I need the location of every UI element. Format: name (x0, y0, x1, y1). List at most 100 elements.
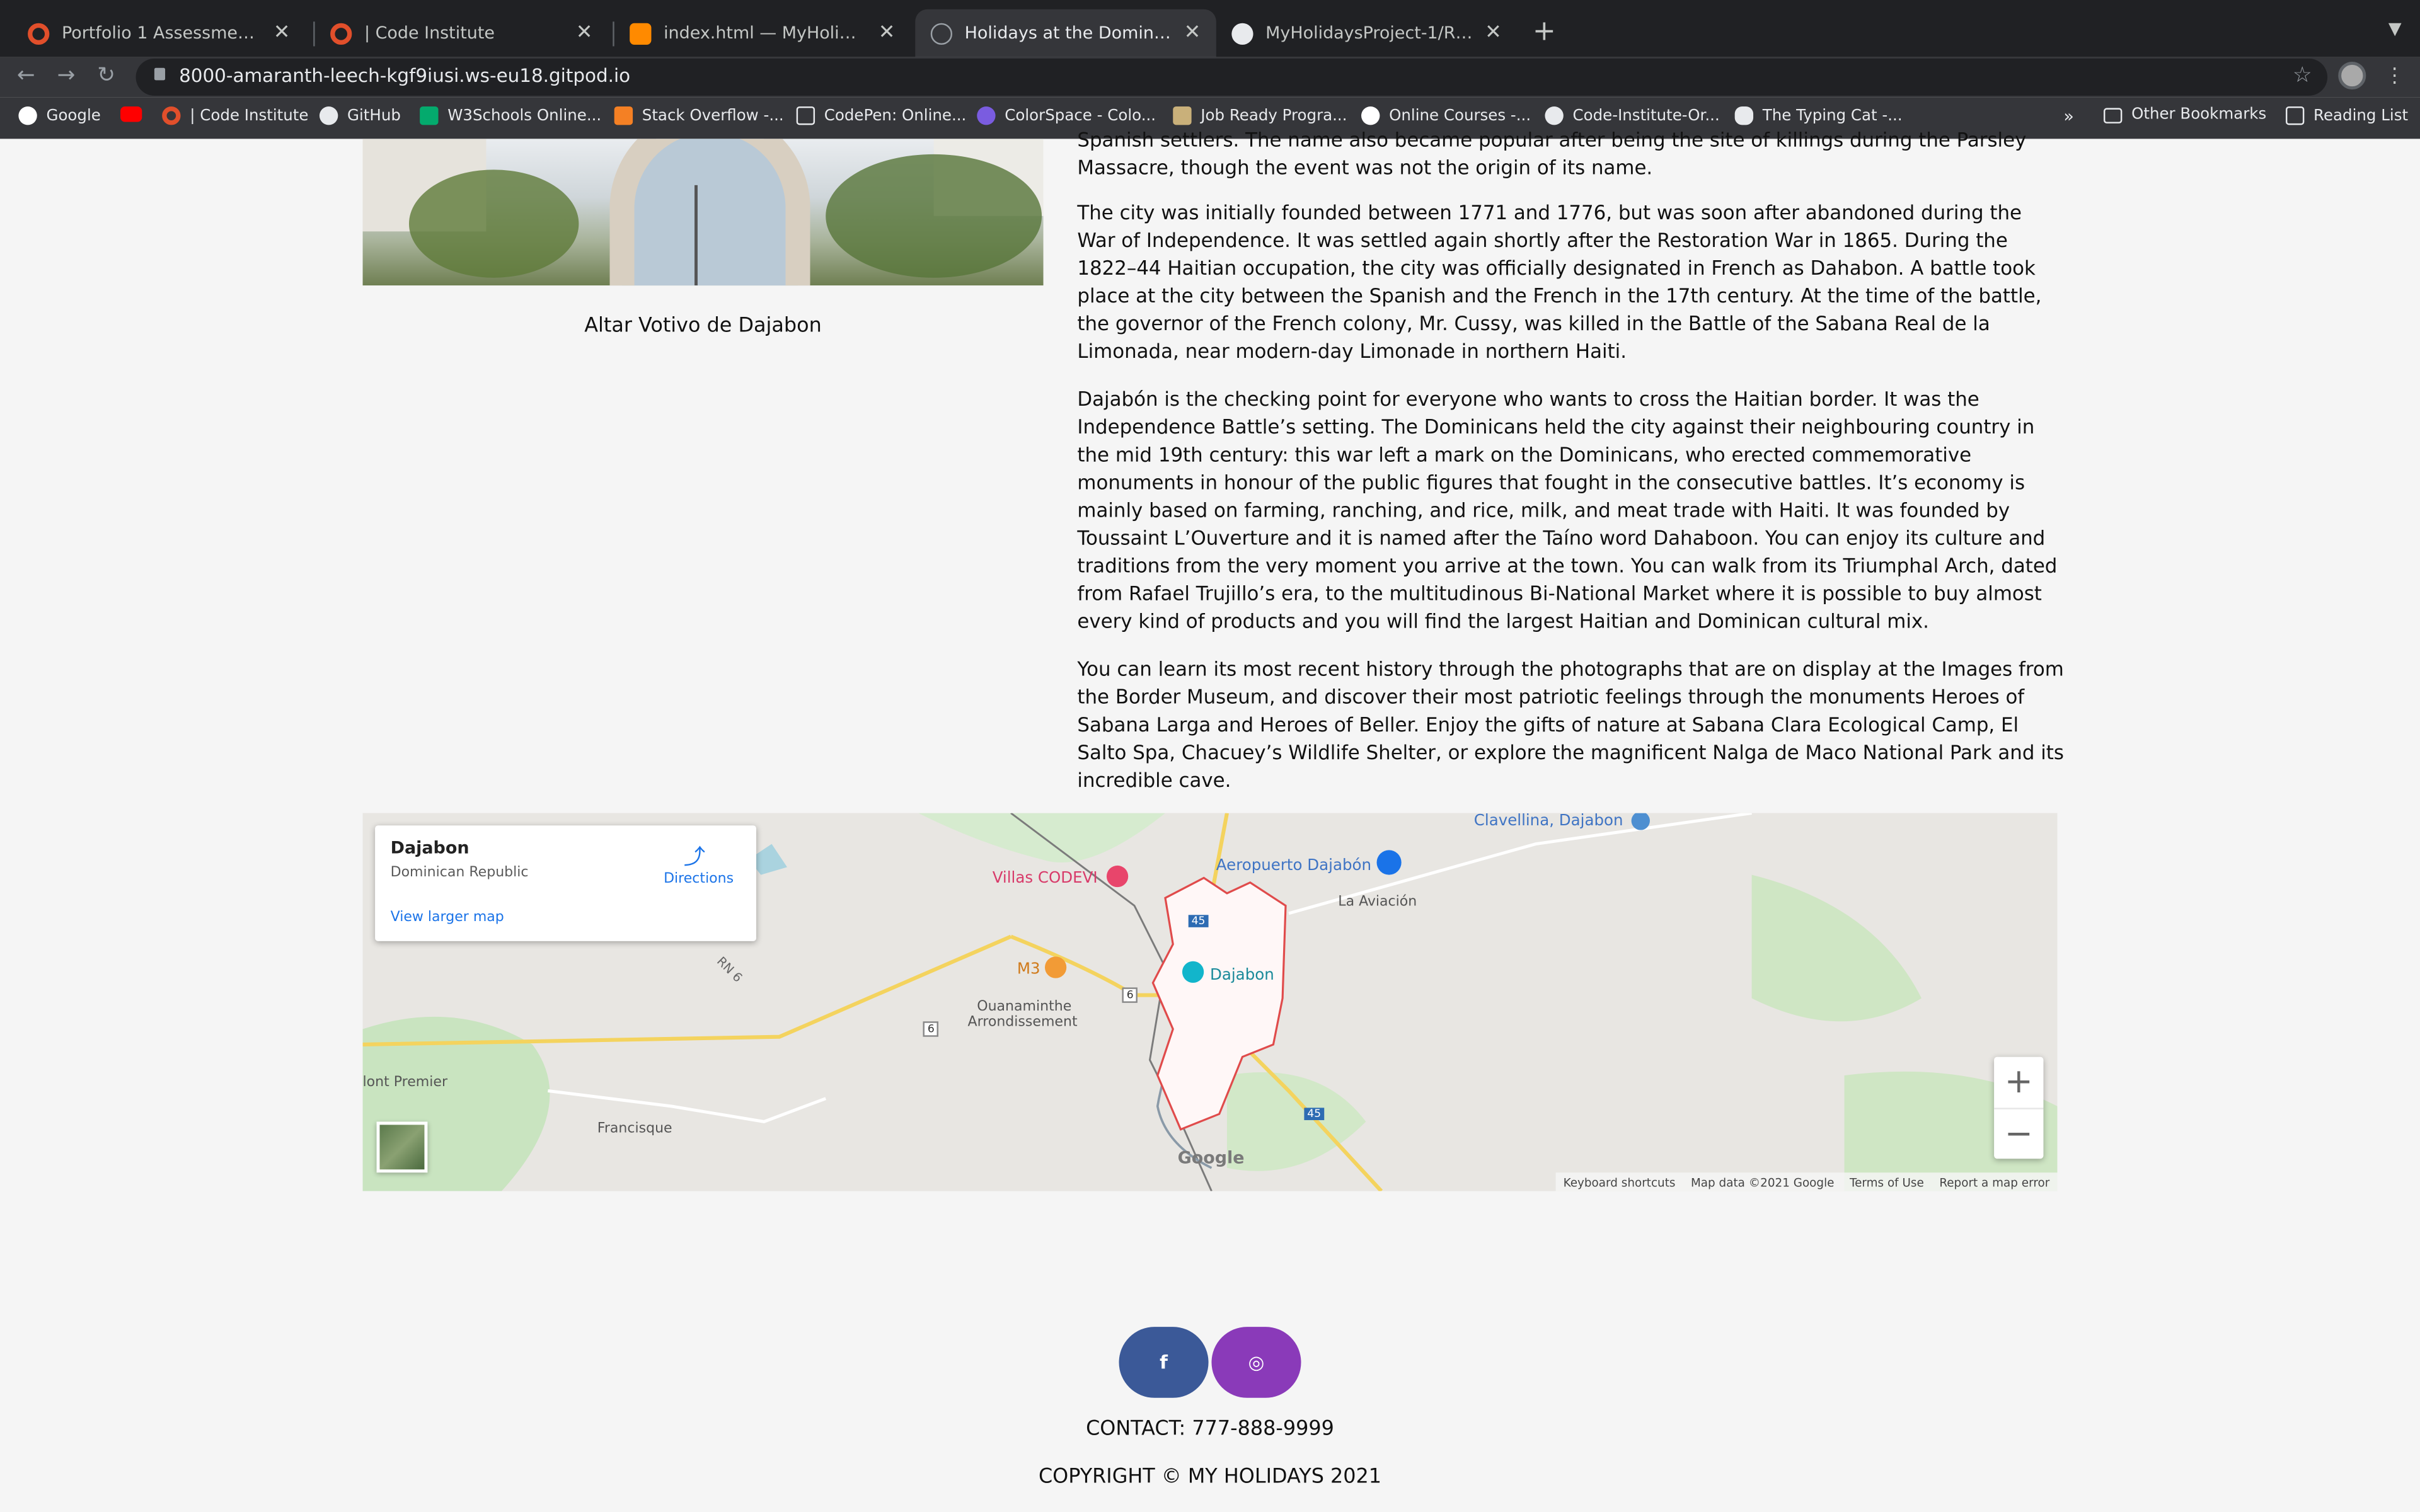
reading-list-icon (2285, 106, 2305, 125)
copyright-text: COPYRIGHT © MY HOLIDAYS 2021 (1038, 1465, 1382, 1489)
satellite-toggle[interactable] (376, 1121, 428, 1173)
w3schools-icon (420, 106, 439, 125)
map-place-subtitle: Dominican Republic (390, 865, 529, 881)
other-bookmarks-label: Other Bookmarks (2131, 106, 2267, 123)
bookmark-label: ColorSpace - Colo... (1005, 107, 1156, 125)
paragraph: Spanish settlers. The name also became p… (1077, 128, 2027, 180)
embedded-map[interactable]: Clavellina, Dajabon Villas CODEVI Aeropu… (362, 813, 2058, 1191)
bookmark-label: Stack Overflow -... (642, 107, 784, 125)
map-label-airport[interactable]: Aeropuerto Dajabón (1216, 858, 1371, 875)
bookmark-youtube[interactable] (120, 106, 151, 122)
map-label-dajabon[interactable]: Dajabon (1210, 968, 1274, 985)
tab-code-institute[interactable]: | Code Institute ✕ (315, 9, 608, 57)
code-institute-icon (330, 22, 352, 44)
bookmark-google[interactable]: Google (18, 106, 101, 125)
lock-icon (154, 67, 166, 81)
other-bookmarks[interactable]: Other Bookmarks (2103, 106, 2267, 123)
tab-portfolio-guide[interactable]: Portfolio 1 Assessment Guide | ✕ (13, 9, 306, 57)
map-label-mont-premier: lont Premier (362, 1075, 448, 1091)
bookmark-code-institute[interactable]: | Code Institute (162, 106, 308, 125)
paragraph: You can learn its most recent history th… (1077, 657, 2064, 792)
forward-arrow-icon[interactable]: → (57, 63, 76, 88)
profile-avatar[interactable] (2338, 61, 2366, 90)
url-text[interactable]: 8000-amaranth-leech-kgf9iusi.ws-eu18.git… (179, 65, 630, 86)
bookmark-github[interactable]: GitHub (319, 106, 401, 125)
menu-kebab-icon[interactable]: ⋮ (2385, 65, 2405, 88)
report-error-link[interactable]: Report a map error (1939, 1175, 2049, 1189)
bookmark-star-icon[interactable]: ☆ (2293, 63, 2312, 88)
view-larger-map-link[interactable]: View larger map (391, 910, 504, 925)
more-bookmarks-chevron[interactable]: » (2063, 106, 2073, 127)
tab-holidays-active[interactable]: Holidays at the Dominican Rep ✕ (915, 9, 1216, 57)
bookmark-code-institute-org[interactable]: Code-Institute-Or... (1545, 106, 1720, 125)
photo-caption: Altar Votivo de Dajabon (584, 314, 822, 338)
bookmark-codepen[interactable]: CodePen: Online... (796, 106, 967, 125)
directions-icon[interactable]: ⤴ (684, 841, 708, 870)
close-icon[interactable]: ✕ (879, 21, 896, 45)
close-icon[interactable]: ✕ (1485, 21, 1502, 45)
bookmark-online-courses[interactable]: Online Courses -... (1361, 106, 1531, 125)
tab-github-readme[interactable]: MyHolidaysProject-1/README ✕ (1216, 9, 1518, 57)
bookmark-label: The Typing Cat -... (1762, 107, 1903, 125)
photo-tree (826, 154, 1042, 278)
back-arrow-icon[interactable]: ← (17, 63, 35, 88)
bookmark-label: W3Schools Online... (447, 107, 602, 125)
bookmark-label: | Code Institute (190, 107, 309, 125)
map-label-francisque: Francisque (597, 1121, 672, 1137)
browser-toolbar: ← → ↻ 8000-amaranth-leech-kgf9iusi.ws-eu… (0, 57, 2420, 98)
bookmark-w3schools[interactable]: W3Schools Online... (420, 106, 601, 125)
terms-link[interactable]: Terms of Use (1850, 1175, 1924, 1189)
facebook-icon: f (1160, 1351, 1168, 1373)
tab-label: | Code Institute (364, 23, 495, 43)
instagram-button[interactable]: ◎ (1211, 1327, 1301, 1398)
map-zoom-controls: + − (1994, 1057, 2044, 1159)
map-label-la-aviacion: La Aviación (1338, 895, 1417, 910)
reload-icon[interactable]: ↻ (97, 63, 115, 88)
bookmark-label: Google (46, 107, 101, 125)
close-icon[interactable]: ✕ (576, 21, 593, 45)
reading-list[interactable]: Reading List (2285, 106, 2409, 125)
folder-icon (2103, 107, 2123, 123)
zoom-out-button[interactable]: − (1994, 1108, 2044, 1159)
map-label-villas-codevi[interactable]: Villas CODEVI (993, 870, 1098, 887)
bookmark-stackoverflow[interactable]: Stack Overflow -... (614, 106, 784, 125)
page-content: Altar Votivo de Dajabon Spanish settlers… (0, 128, 2420, 1512)
keyboard-shortcuts-link[interactable]: Keyboard shortcuts (1564, 1175, 1676, 1189)
map-road-shield-6: 6 (923, 1021, 940, 1037)
directions-link[interactable]: Directions (664, 872, 734, 887)
close-icon[interactable]: ✕ (1184, 21, 1201, 45)
tab-gitpod-index[interactable]: index.html — MyHolidaysProje ✕ (614, 9, 911, 57)
close-icon[interactable]: ✕ (274, 21, 291, 45)
map-label-m3[interactable]: M3 (1017, 961, 1040, 978)
map-road-shield-6: 6 (1122, 987, 1139, 1003)
bookmark-colorspace[interactable]: ColorSpace - Colo... (977, 106, 1156, 125)
map-data-text: Map data ©2021 Google (1690, 1174, 1835, 1189)
map-label-clavellina[interactable]: Clavellina, Dajabon (1474, 813, 1623, 830)
tab-search-chevron-icon[interactable]: ▼ (2388, 18, 2402, 38)
code-institute-icon (28, 22, 50, 44)
facebook-button[interactable]: f (1119, 1327, 1209, 1398)
reading-list-label: Reading List (2313, 107, 2409, 125)
screen: Portfolio 1 Assessment Guide | ✕ | Code … (0, 0, 2420, 1512)
new-tab-button[interactable]: + (1533, 15, 1556, 47)
youtube-icon (120, 106, 142, 122)
bookmark-label: GitHub (347, 107, 401, 125)
photo-arch (609, 139, 810, 286)
udemy-icon (1361, 106, 1380, 125)
bookmark-label: CodePen: Online... (824, 107, 967, 125)
photo-tree (408, 169, 579, 278)
tab-label: MyHolidaysProject-1/README (1265, 23, 1472, 43)
contact-text: CONTACT: 777-888-9999 (1086, 1418, 1334, 1441)
zoom-in-button[interactable]: + (1994, 1057, 2043, 1108)
bookmark-typing-cat[interactable]: The Typing Cat -... (1734, 106, 1903, 125)
address-bar[interactable]: 8000-amaranth-leech-kgf9iusi.ws-eu18.git… (135, 59, 2328, 96)
paragraph: The city was initially founded between 1… (1077, 200, 2042, 363)
altar-votivo-photo (362, 139, 1044, 286)
map-label-ouanaminthe: Ouanaminthe (977, 999, 1072, 1016)
map-road-shield-45: 45 (1304, 1108, 1325, 1120)
paw-icon (1734, 106, 1754, 125)
bookmark-label: Online Courses -... (1389, 107, 1531, 125)
bookmark-job-ready[interactable]: Job Ready Progra... (1173, 106, 1347, 125)
stackoverflow-icon (614, 106, 633, 125)
bookmark-icon (1173, 106, 1192, 125)
